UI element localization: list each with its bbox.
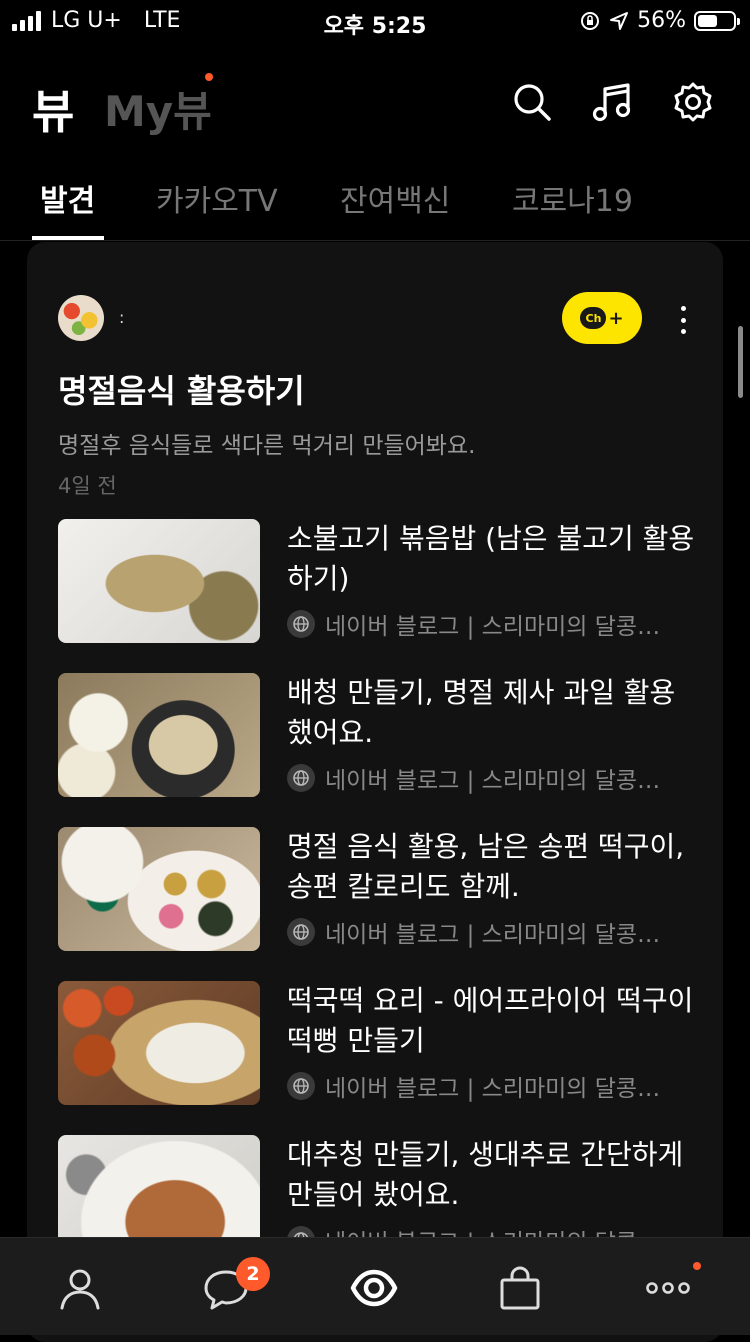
channel-avatar[interactable] — [58, 295, 104, 341]
globe-icon — [287, 610, 315, 638]
tab-kakaotv[interactable]: 카카오TV — [156, 176, 278, 220]
article-title[interactable]: 명절 음식 활용, 남은 송편 떡구이, 송편 칼로리도 함께. — [287, 827, 697, 907]
article-title[interactable]: 소불고기 볶음밥 (남은 불고기 활용하기) — [287, 519, 697, 599]
article-source: 네이버 블로그 | 스리마미의 달콩… — [287, 607, 660, 641]
article-thumbnail[interactable] — [58, 673, 260, 797]
article-source-text: 네이버 블로그 | 스리마미의 달콩… — [325, 768, 661, 794]
article-title[interactable]: 떡국떡 요리 - 에어프라이어 떡구이 떡뻥 만들기 — [287, 981, 697, 1061]
app-header: 뷰 My뷰 — [0, 60, 750, 150]
article-item[interactable]: 명절 음식 활용, 남은 송편 떡구이, 송편 칼로리도 함께. 네이버 블로그… — [58, 827, 698, 951]
view-icon[interactable] — [350, 1264, 398, 1312]
more-icon[interactable] — [644, 1264, 692, 1312]
article-source: 네이버 블로그 | 스리마미의 달콩… — [287, 915, 660, 949]
status-bar: LG U+ LTE 오후 5:25 56% — [0, 0, 750, 44]
category-tabs: 발견 카카오TV 잔여백신 코로나19 — [0, 160, 750, 241]
article-item[interactable]: 떡국떡 요리 - 에어프라이어 떡구이 떡뻥 만들기 네이버 블로그 | 스리마… — [58, 981, 698, 1105]
tab-corona19[interactable]: 코로나19 — [512, 176, 633, 220]
article-source-text: 네이버 블로그 | 스리마미의 달콩… — [325, 922, 661, 948]
tab-remaining-vaccine[interactable]: 잔여백신 — [340, 176, 450, 220]
more-options-icon[interactable] — [678, 306, 688, 334]
bottom-navigation — [0, 1237, 750, 1335]
globe-icon — [287, 918, 315, 946]
plus-icon: + — [608, 307, 624, 329]
article-source-text: 네이버 블로그 | 스리마미의 달콩… — [325, 614, 661, 640]
tab-discover[interactable]: 발견 — [40, 176, 95, 220]
card-title[interactable]: 명절음식 활용하기 — [58, 366, 305, 412]
settings-icon[interactable] — [671, 80, 715, 124]
card-description: 명절후 음식들로 색다른 먹거리 만들어봐요. — [58, 433, 476, 459]
location-icon — [610, 11, 629, 30]
battery-percent: 56% — [637, 8, 686, 33]
rotation-lock-icon — [581, 11, 600, 30]
globe-icon — [287, 1072, 315, 1100]
search-icon[interactable] — [510, 80, 554, 124]
music-icon[interactable] — [590, 80, 634, 124]
chat-unread-badge: 2 — [236, 1257, 270, 1291]
channel-name[interactable]: : — [119, 308, 124, 327]
content-card: : Ch + 명절음식 활용하기 명절후 음식들로 색다른 먹거리 만들어봐요.… — [27, 242, 723, 1342]
new-dot-badge — [205, 73, 213, 81]
scrollbar-thumb[interactable] — [738, 326, 743, 398]
card-date: 4일 전 — [58, 474, 117, 498]
active-tab-indicator — [32, 236, 104, 240]
article-source: 네이버 블로그 | 스리마미의 달콩… — [287, 761, 660, 795]
friends-icon[interactable] — [56, 1264, 104, 1312]
article-thumbnail[interactable] — [58, 827, 260, 951]
add-channel-button[interactable]: Ch + — [562, 292, 642, 344]
article-item[interactable]: 소불고기 볶음밥 (남은 불고기 활용하기) 네이버 블로그 | 스리마미의 달… — [58, 519, 698, 643]
article-item[interactable]: 배청 만들기, 명절 제사 과일 활용했어요. 네이버 블로그 | 스리마미의 … — [58, 673, 698, 797]
battery-icon — [694, 10, 740, 31]
my-view-tab[interactable]: My뷰 — [104, 78, 212, 139]
globe-icon — [287, 764, 315, 792]
article-source: 네이버 블로그 | 스리마미의 달콩… — [287, 1069, 660, 1103]
more-new-dot — [693, 1262, 701, 1270]
view-title[interactable]: 뷰 — [32, 76, 74, 142]
article-source-text: 네이버 블로그 | 스리마미의 달콩… — [325, 1076, 661, 1102]
article-title[interactable]: 배청 만들기, 명절 제사 과일 활용했어요. — [287, 673, 697, 753]
article-thumbnail[interactable] — [58, 981, 260, 1105]
shopping-icon[interactable] — [496, 1264, 544, 1312]
channel-ch-icon: Ch — [580, 307, 607, 329]
article-title[interactable]: 대추청 만들기, 생대추로 간단하게 만들어 봤어요. — [287, 1135, 697, 1215]
article-thumbnail[interactable] — [58, 519, 260, 643]
